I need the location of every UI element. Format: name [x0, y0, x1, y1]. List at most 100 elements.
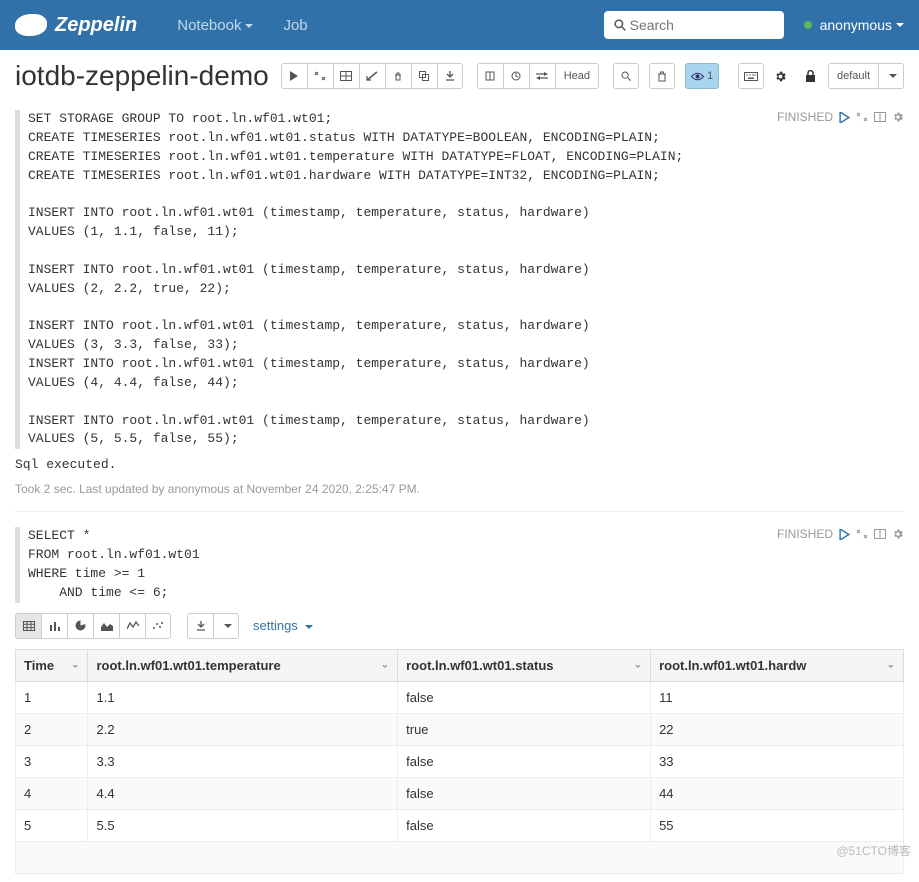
- table-cell: 5.5: [88, 809, 398, 841]
- toggle-output-icon[interactable]: [874, 529, 886, 539]
- head-button[interactable]: Head: [555, 63, 599, 89]
- results-table-wrapper: ☰ Time⌄root.ln.wf01.wt01.temperature⌄roo…: [15, 649, 904, 874]
- user-name: anonymous: [820, 17, 892, 33]
- clear-output-button[interactable]: [385, 63, 411, 89]
- sort-caret-icon: ⌄: [71, 660, 79, 671]
- viz-pie-button[interactable]: [67, 613, 93, 639]
- collapse-paragraph-icon[interactable]: [856, 529, 868, 539]
- table-cell: 55: [651, 809, 904, 841]
- search-input[interactable]: [630, 17, 774, 33]
- settings-button[interactable]: [768, 63, 794, 89]
- table-row: 33.3false33: [16, 745, 904, 777]
- paragraph-settings-icon[interactable]: [892, 111, 904, 123]
- paragraph-status: FINISHED: [777, 527, 833, 541]
- clone-note-button[interactable]: [411, 63, 437, 89]
- table-header[interactable]: root.ln.wf01.wt01.status⌄: [398, 649, 651, 681]
- collapse-paragraph-icon[interactable]: [856, 112, 868, 122]
- head-label: Head: [564, 70, 590, 82]
- table-row: [16, 841, 904, 873]
- default-label: default: [837, 70, 870, 82]
- code-editor[interactable]: SELECT * FROM root.ln.wf01.wt01 WHERE ti…: [15, 527, 904, 602]
- viz-table-button[interactable]: [15, 613, 41, 639]
- viz-line-button[interactable]: [119, 613, 145, 639]
- search-box[interactable]: [604, 11, 784, 39]
- run-all-button[interactable]: [281, 63, 307, 89]
- note-title[interactable]: iotdb-zeppelin-demo: [15, 60, 269, 92]
- brand-logo[interactable]: Zeppelin: [15, 14, 137, 37]
- version-controls: Head: [477, 63, 599, 89]
- viz-area-button[interactable]: [93, 613, 119, 639]
- viz-type-group: [15, 613, 171, 639]
- paragraph-meta: Took 2 sec. Last updated by anonymous at…: [15, 482, 904, 496]
- compare-button[interactable]: [529, 63, 555, 89]
- run-paragraph-icon[interactable]: [839, 112, 850, 123]
- revision-button[interactable]: [503, 63, 529, 89]
- caret-down-icon: [896, 23, 904, 27]
- table-cell: 4: [16, 777, 88, 809]
- paragraph-2: FINISHED SELECT * FROM root.ln.wf01.wt01…: [15, 527, 904, 873]
- run-paragraph-icon[interactable]: [839, 529, 850, 540]
- export-note-button[interactable]: [437, 63, 463, 89]
- lock-button[interactable]: [798, 63, 824, 89]
- caret-down-icon: [305, 625, 313, 629]
- table-cell: false: [398, 681, 651, 713]
- table-row: 44.4false44: [16, 777, 904, 809]
- result-text: Sql executed.: [15, 457, 904, 472]
- run-controls: [281, 63, 463, 89]
- viz-scatter-button[interactable]: [145, 613, 171, 639]
- brand-text: Zeppelin: [55, 14, 137, 37]
- viewers-button[interactable]: 1: [685, 63, 719, 89]
- viz-settings-link[interactable]: settings: [253, 618, 313, 633]
- watermark: @51CTO博客: [836, 842, 911, 859]
- paragraph-status: FINISHED: [777, 110, 833, 124]
- paragraph-1: FINISHED SET STORAGE GROUP TO root.ln.wf…: [15, 110, 904, 496]
- code-block-b: INSERT INTO root.ln.wf01.wt01 (timestamp…: [28, 356, 590, 446]
- toggle-output-icon[interactable]: [874, 112, 886, 122]
- keyboard-button[interactable]: [738, 63, 764, 89]
- settings-label: settings: [253, 618, 298, 633]
- table-row: 22.2true22: [16, 713, 904, 745]
- table-header[interactable]: root.ln.wf01.wt01.temperature⌄: [88, 649, 398, 681]
- show-output-button[interactable]: [359, 63, 385, 89]
- table-cell: 4.4: [88, 777, 398, 809]
- download-menu-button[interactable]: [213, 613, 239, 639]
- navbar: Zeppelin Notebook Job anonymous: [0, 0, 919, 50]
- paragraph-controls: FINISHED: [777, 527, 904, 541]
- commit-button[interactable]: [477, 63, 503, 89]
- download-button[interactable]: [187, 613, 213, 639]
- table-row: 55.5false55: [16, 809, 904, 841]
- results-table: Time⌄root.ln.wf01.wt01.temperature⌄root.…: [15, 649, 904, 874]
- code-editor[interactable]: SET STORAGE GROUP TO root.ln.wf01.wt01; …: [15, 110, 904, 449]
- paragraph-settings-icon[interactable]: [892, 528, 904, 540]
- caret-down-icon: [889, 74, 897, 78]
- table-cell: true: [398, 713, 651, 745]
- table-cell: false: [398, 745, 651, 777]
- note-header: iotdb-zeppelin-demo Head 1 default: [0, 50, 919, 102]
- paragraph-controls: FINISHED: [777, 110, 904, 124]
- divider: [15, 511, 904, 512]
- table-cell: 33: [651, 745, 904, 777]
- interpreter-binding[interactable]: default: [828, 63, 904, 89]
- table-cell: false: [398, 809, 651, 841]
- table-cell: 3.3: [88, 745, 398, 777]
- table-cell: 5: [16, 809, 88, 841]
- user-menu[interactable]: anonymous: [804, 17, 904, 33]
- table-cell: 1.1: [88, 681, 398, 713]
- viz-bar-button[interactable]: [41, 613, 67, 639]
- table-header[interactable]: Time⌄: [16, 649, 88, 681]
- nav-job[interactable]: Job: [283, 17, 307, 34]
- table-header[interactable]: root.ln.wf01.wt01.hardw⌄: [651, 649, 904, 681]
- caret-down-icon: [224, 624, 232, 628]
- code-block: SELECT * FROM root.ln.wf01.wt01 WHERE ti…: [28, 528, 200, 600]
- table-cell: 22: [651, 713, 904, 745]
- collapse-button[interactable]: [307, 63, 333, 89]
- find-button[interactable]: [613, 63, 639, 89]
- user-status-icon: [804, 21, 812, 29]
- nav-notebook-label: Notebook: [177, 17, 241, 34]
- table-cell: 44: [651, 777, 904, 809]
- table-cell: 11: [651, 681, 904, 713]
- show-code-button[interactable]: [333, 63, 359, 89]
- nav-notebook[interactable]: Notebook: [177, 17, 253, 34]
- trash-button[interactable]: [649, 63, 675, 89]
- sort-caret-icon: ⌄: [887, 660, 895, 671]
